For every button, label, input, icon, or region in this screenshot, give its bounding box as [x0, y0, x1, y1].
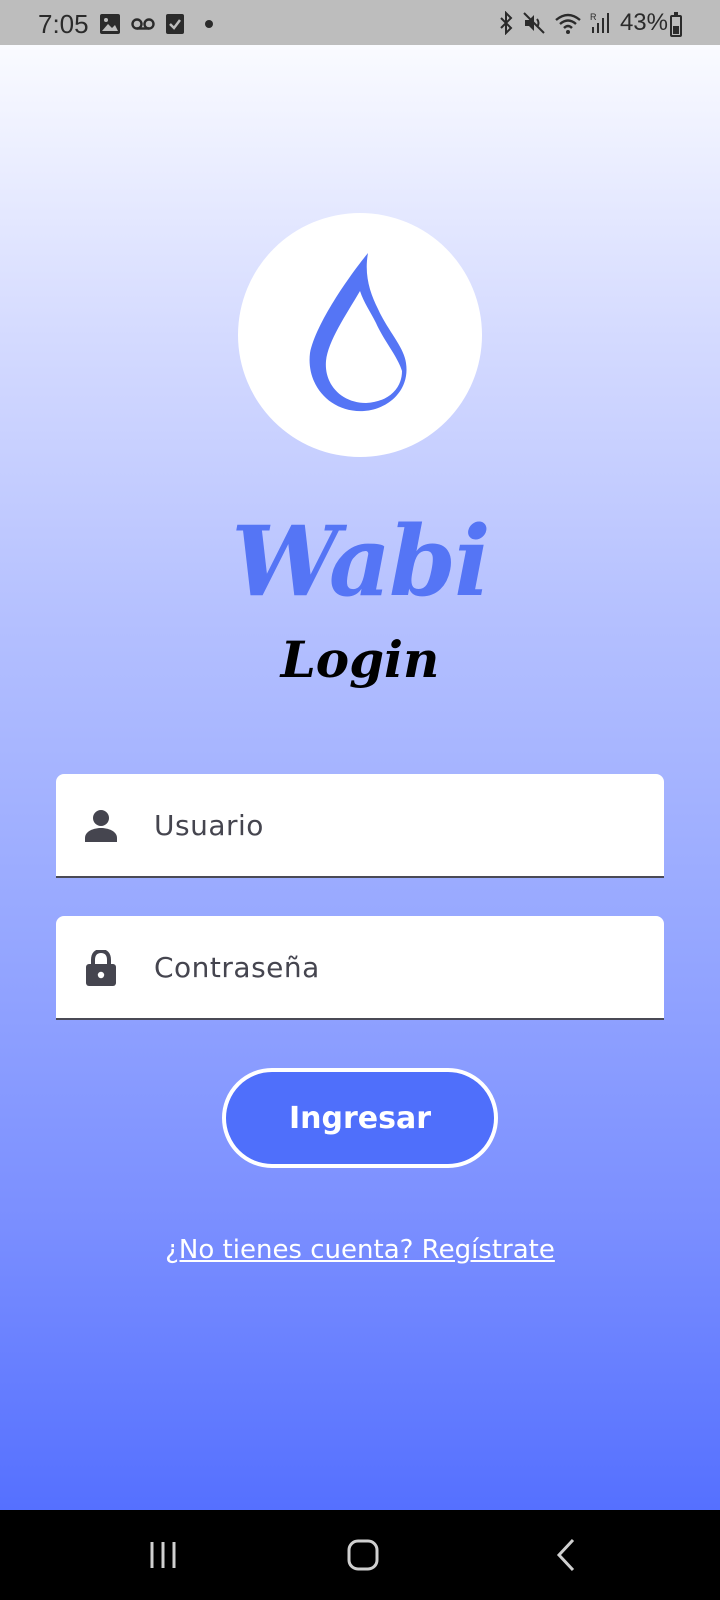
page-title: Login — [280, 630, 440, 689]
system-status-icons: R 43% — [498, 9, 668, 37]
battery-percent: 43% — [619, 9, 668, 36]
brand-name: Wabi — [231, 505, 490, 618]
status-bar: 7:05 R 43% — [0, 0, 720, 45]
login-screen: 7:05 R 43% Wabi Login Usuario Ingresar ¿… — [0, 0, 720, 1600]
signal-icon: R — [590, 12, 609, 33]
recent-apps-icon[interactable] — [138, 1532, 188, 1578]
navigation-bar — [0, 1510, 720, 1600]
bluetooth-icon — [500, 11, 513, 35]
mute-icon — [523, 12, 545, 34]
battery-icon — [670, 12, 682, 37]
login-button[interactable]: Ingresar — [222, 1068, 498, 1168]
status-time: 7:05 — [38, 9, 89, 39]
image-icon — [100, 14, 120, 34]
battery-fill — [673, 26, 679, 34]
checkbox-icon — [166, 14, 184, 34]
water-drop-icon — [309, 253, 407, 412]
register-link[interactable]: ¿No tienes cuenta? Regístrate — [0, 1235, 720, 1265]
notification-icons — [99, 13, 215, 35]
svg-text:R: R — [590, 12, 597, 22]
app-logo — [238, 213, 482, 457]
password-input[interactable] — [154, 916, 644, 1018]
lock-icon — [86, 950, 116, 986]
username-field[interactable] — [56, 774, 664, 878]
home-icon[interactable] — [338, 1532, 388, 1578]
dot-icon — [205, 20, 213, 28]
person-icon — [85, 810, 117, 842]
username-input[interactable] — [154, 774, 644, 876]
voicemail-icon — [131, 18, 155, 30]
password-field[interactable] — [56, 916, 664, 1020]
login-page: Wabi Login Ingresar ¿No tienes cuenta? R… — [0, 45, 720, 1510]
back-icon[interactable] — [541, 1532, 591, 1578]
wifi-icon — [555, 13, 581, 34]
